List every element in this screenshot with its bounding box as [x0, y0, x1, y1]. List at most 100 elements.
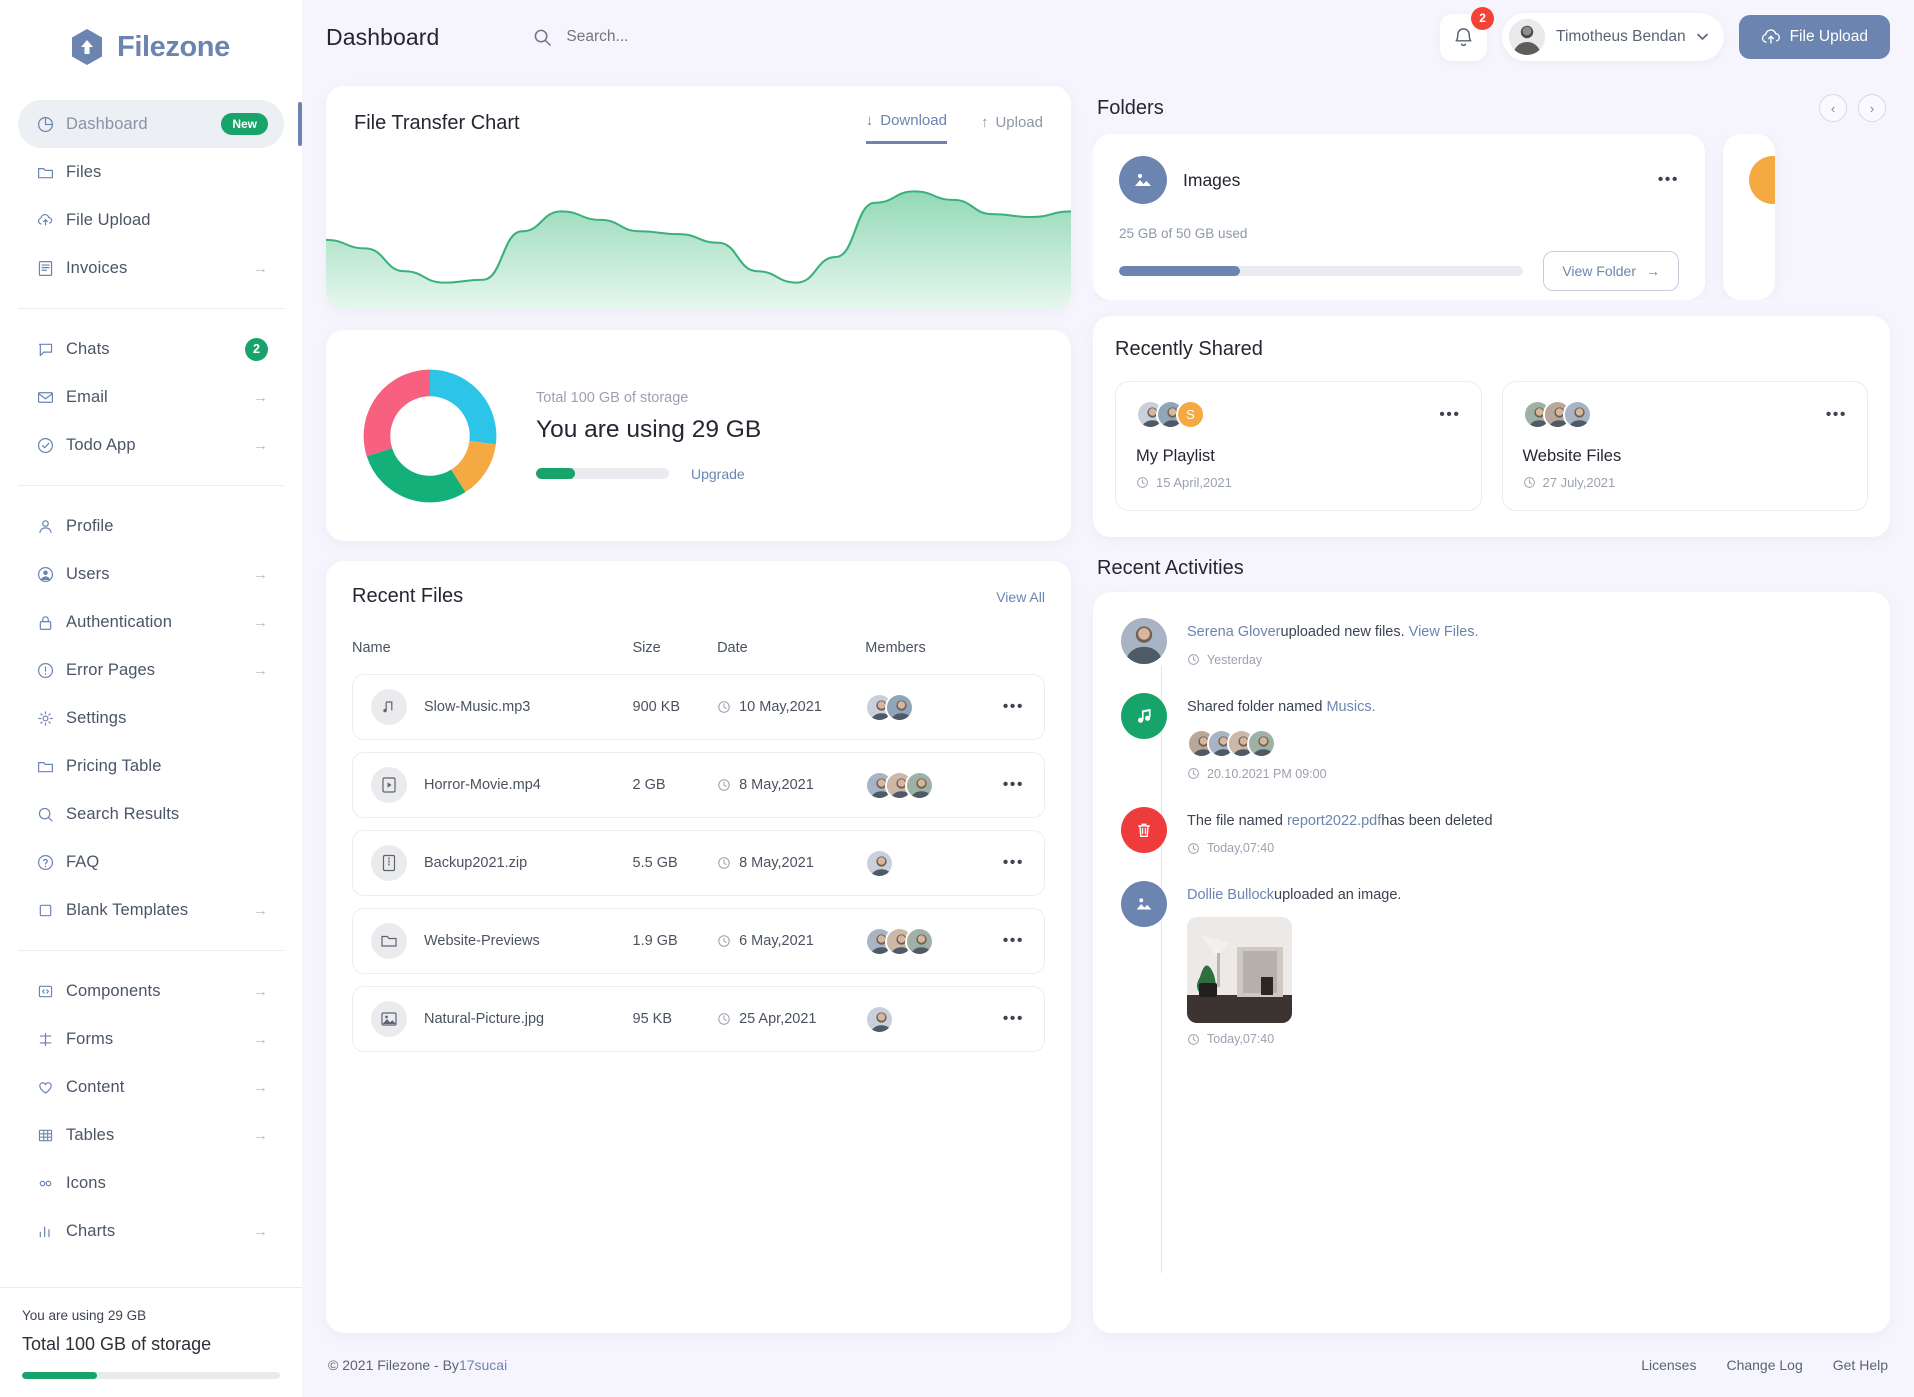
- table-row[interactable]: Website-Previews 1.9 GB 6 May,2021 •••: [352, 908, 1045, 974]
- search-input[interactable]: [566, 28, 867, 46]
- row-menu[interactable]: •••: [1002, 674, 1045, 740]
- activity-link[interactable]: Musics.: [1326, 699, 1375, 715]
- shared-name: Website Files: [1522, 447, 1622, 465]
- upgrade-link[interactable]: Upgrade: [691, 466, 745, 482]
- chevron-left-icon[interactable]: ‹: [1819, 94, 1847, 122]
- row-menu[interactable]: •••: [1002, 986, 1045, 1052]
- shared-members: S: [1136, 400, 1205, 429]
- sidebar-item-todo-app[interactable]: Todo App →: [18, 421, 284, 469]
- sidebar-item-blank-templates[interactable]: Blank Templates →: [18, 886, 284, 934]
- arrow-up-icon: ↑: [980, 113, 989, 131]
- file-transfer-chart-card: File Transfer Chart ↓ Download ↑ Upload: [326, 86, 1071, 310]
- table-row[interactable]: Slow-Music.mp3 900 KB 10 May,2021 •••: [352, 674, 1045, 740]
- chevron-down-icon: [1696, 33, 1708, 41]
- sidebar-item-components[interactable]: Components →: [18, 967, 284, 1015]
- ellipsis-icon[interactable]: •••: [1658, 171, 1679, 189]
- sidebar-item-charts[interactable]: Charts →: [18, 1207, 284, 1255]
- recent-files-body: Slow-Music.mp3 900 KB 10 May,2021 ••• Ho…: [352, 674, 1045, 1052]
- footer-author-link[interactable]: 17sucai: [459, 1357, 507, 1373]
- table-row[interactable]: Horror-Movie.mp4 2 GB 8 May,2021 •••: [352, 752, 1045, 818]
- ellipsis-icon[interactable]: •••: [1439, 406, 1460, 424]
- row-menu[interactable]: •••: [1002, 830, 1045, 896]
- folder-file-icon: [371, 923, 407, 959]
- sidebar-item-tables[interactable]: Tables →: [18, 1111, 284, 1159]
- table-row[interactable]: Natural-Picture.jpg 95 KB 25 Apr,2021 ••…: [352, 986, 1045, 1052]
- sidebar-item-invoices[interactable]: Invoices →: [18, 244, 284, 292]
- folder-progress-bar: [1119, 266, 1524, 276]
- activity-link[interactable]: Dollie Bullock: [1187, 887, 1274, 903]
- footer-link-change-log[interactable]: Change Log: [1726, 1357, 1802, 1373]
- notifications-button[interactable]: 2: [1440, 6, 1495, 61]
- recent-files-card: Recent Files View All Name Size Date Member…: [326, 561, 1071, 1333]
- ellipsis-icon[interactable]: •••: [1003, 932, 1024, 949]
- ellipsis-icon[interactable]: •••: [1826, 406, 1847, 424]
- sidebar-item-faq[interactable]: FAQ: [18, 838, 284, 886]
- sidebar-item-dashboard[interactable]: Dashboard New: [18, 100, 302, 148]
- brand-logo[interactable]: Filezone: [0, 0, 302, 94]
- sidebar-item-file-upload[interactable]: File Upload: [18, 196, 284, 244]
- activity-thumbnail[interactable]: [1187, 917, 1292, 1023]
- search-icon: [533, 28, 552, 47]
- sidebar-item-email[interactable]: Email →: [18, 373, 284, 421]
- sidebar-total-label: Total 100 GB of storage: [22, 1334, 212, 1354]
- table-row[interactable]: Backup2021.zip 5.5 GB 8 May,2021 •••: [352, 830, 1045, 896]
- ellipsis-icon[interactable]: •••: [1003, 854, 1024, 871]
- activity-link[interactable]: report2022.pdf: [1287, 813, 1381, 829]
- file-members: [865, 908, 1003, 974]
- file-upload-button[interactable]: File Upload: [1738, 15, 1890, 59]
- file-transfer-chart-title: File Transfer Chart: [354, 112, 520, 134]
- sidebar-item-users[interactable]: Users →: [18, 550, 284, 598]
- sidebar-item-label: Content: [66, 1077, 125, 1096]
- sidebar-item-profile[interactable]: Profile: [18, 502, 284, 550]
- sidebar-item-settings[interactable]: Settings: [18, 694, 284, 742]
- sidebar-item-label: Forms: [66, 1029, 114, 1048]
- sidebar-item-pricing-table[interactable]: Pricing Table: [18, 742, 284, 790]
- ellipsis-icon[interactable]: •••: [1003, 698, 1024, 715]
- activity-link[interactable]: View Files.: [1409, 624, 1479, 640]
- view-all-link[interactable]: View All: [996, 589, 1045, 605]
- ellipsis-icon[interactable]: •••: [1003, 776, 1024, 793]
- sidebar-divider: [18, 308, 284, 309]
- shared-date: 15 April,2021: [1136, 475, 1461, 490]
- view-folder-button[interactable]: View Folder →: [1543, 251, 1679, 291]
- folder-card-next-peek[interactable]: [1723, 134, 1775, 300]
- folder-card-images[interactable]: Images ••• 25 GB of 50 GB used View Fold…: [1093, 134, 1705, 300]
- shared-item[interactable]: S ••• My Playlist 15 April,2021: [1115, 381, 1482, 511]
- ellipsis-icon[interactable]: •••: [1003, 1010, 1024, 1027]
- chevron-right-icon: →: [253, 1222, 268, 1240]
- footer-links: Licenses Change Log Get Help: [1641, 1357, 1888, 1373]
- footer-link-get-help[interactable]: Get Help: [1833, 1357, 1888, 1373]
- sidebar-item-content[interactable]: Content →: [18, 1063, 284, 1111]
- tab-upload[interactable]: ↑ Upload: [981, 112, 1043, 144]
- activity-link[interactable]: Serena Glover: [1187, 624, 1281, 640]
- sidebar-item-forms[interactable]: Forms →: [18, 1015, 284, 1063]
- folders-carousel[interactable]: Images ••• 25 GB of 50 GB used View Fold…: [1093, 134, 1890, 300]
- tab-download[interactable]: ↓ Download: [865, 112, 947, 144]
- activity-item: The file named report2022.pdfhas been de…: [1121, 806, 1862, 855]
- chevron-right-icon: →: [253, 901, 268, 919]
- sidebar-item-chats[interactable]: Chats 2: [18, 325, 284, 373]
- storage-donut-chart: [360, 366, 500, 506]
- file-date: 6 May,2021: [717, 908, 866, 974]
- sidebar-item-authentication[interactable]: Authentication →: [18, 598, 284, 646]
- member-avatar: [865, 1004, 895, 1034]
- row-menu[interactable]: •••: [1002, 752, 1045, 818]
- search-box[interactable]: [533, 28, 867, 47]
- sidebar-group-3: Components → Forms → Content → Tables → Icon…: [0, 967, 302, 1255]
- sidebar-item-files[interactable]: Files: [18, 148, 284, 196]
- sidebar-item-error-pages[interactable]: Error Pages →: [18, 646, 284, 694]
- row-menu[interactable]: •••: [1002, 908, 1045, 974]
- cloud-upload-icon: [1761, 28, 1781, 46]
- shared-item[interactable]: ••• Website Files 27 July,2021: [1501, 381, 1868, 511]
- storage-total-label: Total 100 GB of storage: [536, 389, 689, 406]
- activity-text: The file named report2022.pdfhas been de…: [1187, 811, 1862, 833]
- chevron-right-icon[interactable]: ›: [1858, 94, 1886, 122]
- sidebar-item-icons[interactable]: Icons: [18, 1159, 284, 1207]
- user-menu[interactable]: Timotheus Bendan: [1502, 13, 1724, 61]
- footer-link-licenses[interactable]: Licenses: [1641, 1357, 1696, 1373]
- sidebar-item-search-results[interactable]: Search Results: [18, 790, 284, 838]
- file-size: 1.9 GB: [632, 908, 718, 974]
- activity-time: Today,07:40: [1187, 1032, 1862, 1046]
- file-size: 5.5 GB: [632, 830, 718, 896]
- recent-files-header-row: Name Size Date Members: [352, 634, 1045, 662]
